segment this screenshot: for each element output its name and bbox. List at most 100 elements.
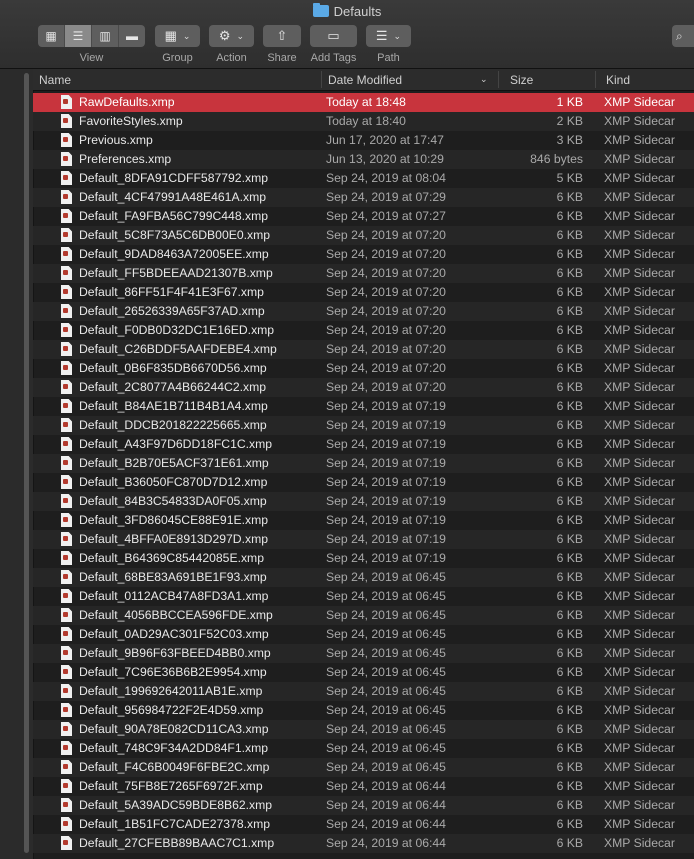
file-kind: XMP Sidecar: [604, 589, 675, 603]
file-row[interactable]: FavoriteStyles.xmp Today at 18:40 2 KB XMP …: [33, 112, 694, 131]
file-row[interactable]: Default_5C8F73A5C6DB00E0.xmp Sep 24, 2019…: [33, 226, 694, 245]
file-row[interactable]: Default_7C96E36B6B2E9954.xmp Sep 24, 2019…: [33, 663, 694, 682]
list-view-icon[interactable]: ☰: [65, 25, 92, 47]
file-name: Default_748C9F34A2DD84F1.xmp: [79, 741, 269, 755]
file-size: 6 KB: [556, 798, 583, 812]
xmp-file-icon: [61, 342, 72, 356]
file-row[interactable]: Default_3FD86045CE88E91E.xmp Sep 24, 2019…: [33, 511, 694, 530]
search-button[interactable]: ⌕: [672, 25, 694, 47]
file-row[interactable]: Default_5A39ADC59BDE8B62.xmp Sep 24, 2019…: [33, 796, 694, 815]
file-date: Sep 24, 2019 at 07:19: [326, 437, 446, 451]
path-button[interactable]: ☰ ⌄: [366, 25, 411, 47]
file-row[interactable]: Default_F0DB0D32DC1E16ED.xmp Sep 24, 2019…: [33, 321, 694, 340]
xmp-file-icon: [61, 380, 72, 394]
file-row[interactable]: Default_75FB8E7265F6972F.xmp Sep 24, 2019…: [33, 777, 694, 796]
file-date: Sep 24, 2019 at 06:45: [326, 722, 446, 736]
group-grid-icon: ▦: [164, 28, 177, 43]
share-button[interactable]: ⇧: [263, 25, 301, 47]
file-row[interactable]: Default_4BFFA0E8913D297D.xmp Sep 24, 2019…: [33, 530, 694, 549]
file-row[interactable]: RawDefaults.xmp Today at 18:48 1 KB XMP Sid…: [33, 93, 694, 112]
file-row[interactable]: Default_B84AE1B711B4B1A4.xmp Sep 24, 2019…: [33, 397, 694, 416]
file-size: 6 KB: [556, 304, 583, 318]
file-name: Default_68BE83A691BE1F93.xmp: [79, 570, 267, 584]
file-size: 6 KB: [556, 285, 583, 299]
file-row[interactable]: Previous.xmp Jun 17, 2020 at 17:47 3 KB XMP…: [33, 131, 694, 150]
file-row[interactable]: Default_68BE83A691BE1F93.xmp Sep 24, 2019…: [33, 568, 694, 587]
file-row[interactable]: Default_84B3C54833DA0F05.xmp Sep 24, 2019…: [33, 492, 694, 511]
folder-icon: [312, 3, 329, 17]
file-row[interactable]: Default_FA9FBA56C799C448.xmp Sep 24, 2019…: [33, 207, 694, 226]
column-divider[interactable]: [321, 71, 322, 88]
file-row[interactable]: Default_DDCB201822225665.xmp Sep 24, 2019…: [33, 416, 694, 435]
file-row[interactable]: Default_199692642011AB1E.xmp Sep 24, 2019…: [33, 682, 694, 701]
view-segmented-control[interactable]: ▦ ☰ ▥ ▬: [38, 25, 145, 47]
file-row[interactable]: Default_B64369C85442085E.xmp Sep 24, 2019…: [33, 549, 694, 568]
file-name: Default_9DAD8463A72005EE.xmp: [79, 247, 269, 261]
file-row[interactable]: Default_27CFEBB89BAAC7C1.xmp Sep 24, 2019…: [33, 834, 694, 853]
file-size: 6 KB: [556, 323, 583, 337]
xmp-file-icon: [61, 323, 72, 337]
add-tags-button[interactable]: ▭: [310, 25, 357, 47]
path-control: ☰ ⌄ Path: [366, 25, 411, 64]
file-size: 6 KB: [556, 380, 583, 394]
file-date: Sep 24, 2019 at 07:19: [326, 418, 446, 432]
file-size: 6 KB: [556, 418, 583, 432]
column-divider[interactable]: [595, 71, 596, 88]
group-button[interactable]: ▦ ⌄: [155, 25, 200, 47]
file-row[interactable]: Default_86FF51F4F41E3F67.xmp Sep 24, 2019…: [33, 283, 694, 302]
file-row[interactable]: Default_26526339A65F37AD.xmp Sep 24, 2019…: [33, 302, 694, 321]
file-size: 6 KB: [556, 570, 583, 584]
file-row[interactable]: Default_8DFA91CDFF587792.xmp Sep 24, 2019…: [33, 169, 694, 188]
file-row[interactable]: Default_0B6F835DB6670D56.xmp Sep 24, 2019…: [33, 359, 694, 378]
file-kind: XMP Sidecar: [604, 646, 675, 660]
file-row[interactable]: Default_0AD29AC301F52C03.xmp Sep 24, 2019…: [33, 625, 694, 644]
file-row[interactable]: Default_9DAD8463A72005EE.xmp Sep 24, 2019…: [33, 245, 694, 264]
file-size: 6 KB: [556, 266, 583, 280]
file-row[interactable]: Default_F4C6B0049F6FBE2C.xmp Sep 24, 2019…: [33, 758, 694, 777]
file-date: Sep 24, 2019 at 07:20: [326, 380, 446, 394]
file-date: Jun 17, 2020 at 17:47: [326, 133, 444, 147]
action-button[interactable]: ⚙ ⌄: [209, 25, 254, 47]
xmp-file-icon: [61, 266, 72, 280]
file-date: Sep 24, 2019 at 07:29: [326, 190, 446, 204]
file-name: Default_1B51FC7CADE27378.xmp: [79, 817, 271, 831]
file-kind: XMP Sidecar: [604, 361, 675, 375]
file-row[interactable]: Default_1B51FC7CADE27378.xmp Sep 24, 2019…: [33, 815, 694, 834]
gallery-view-icon[interactable]: ▬: [119, 25, 145, 47]
file-row[interactable]: Default_FF5BDEEAAD21307B.xmp Sep 24, 2019…: [33, 264, 694, 283]
file-row[interactable]: Default_4CF47991A48E461A.xmp Sep 24, 2019…: [33, 188, 694, 207]
file-size: 6 KB: [556, 627, 583, 641]
file-row[interactable]: Default_748C9F34A2DD84F1.xmp Sep 24, 2019…: [33, 739, 694, 758]
xmp-file-icon: [61, 456, 72, 470]
column-name-header[interactable]: Name: [39, 73, 71, 87]
file-row[interactable]: Default_9B96F63FBEED4BB0.xmp Sep 24, 2019…: [33, 644, 694, 663]
file-row[interactable]: Default_0112ACB47A8FD3A1.xmp Sep 24, 2019…: [33, 587, 694, 606]
file-row[interactable]: Default_2C8077A4B66244C2.xmp Sep 24, 2019…: [33, 378, 694, 397]
file-size: 6 KB: [556, 684, 583, 698]
file-name: Default_F0DB0D32DC1E16ED.xmp: [79, 323, 275, 337]
column-view-icon[interactable]: ▥: [92, 25, 119, 47]
file-size: 1 KB: [556, 95, 583, 109]
file-row[interactable]: Default_4056BBCCEA596FDE.xmp Sep 24, 2019…: [33, 606, 694, 625]
file-row[interactable]: Default_B36050FC870D7D12.xmp Sep 24, 2019…: [33, 473, 694, 492]
icon-view-icon[interactable]: ▦: [38, 25, 65, 47]
file-row[interactable]: Default_C26BDDF5AAFDEBE4.xmp Sep 24, 2019…: [33, 340, 694, 359]
group-control: ▦ ⌄ Group: [155, 25, 200, 64]
column-date-header[interactable]: Date Modified: [328, 73, 402, 87]
file-kind: XMP Sidecar: [604, 209, 675, 223]
file-size: 6 KB: [556, 209, 583, 223]
file-kind: XMP Sidecar: [604, 247, 675, 261]
xmp-file-icon: [61, 361, 72, 375]
file-row[interactable]: Default_A43F97D6DD18FC1C.xmp Sep 24, 2019…: [33, 435, 694, 454]
column-divider[interactable]: [498, 71, 499, 88]
column-size-header[interactable]: Size: [510, 73, 533, 87]
xmp-file-icon: [61, 722, 72, 736]
file-row[interactable]: Default_956984722F2E4D59.xmp Sep 24, 2019…: [33, 701, 694, 720]
file-row[interactable]: Default_90A78E082CD11CA3.xmp Sep 24, 2019…: [33, 720, 694, 739]
file-row[interactable]: Default_B2B70E5ACF371E61.xmp Sep 24, 2019…: [33, 454, 694, 473]
file-date: Sep 24, 2019 at 07:19: [326, 551, 446, 565]
column-kind-header[interactable]: Kind: [606, 73, 630, 87]
file-row[interactable]: Preferences.xmp Jun 13, 2020 at 10:29 846 …: [33, 150, 694, 169]
share-control: ⇧ Share: [263, 25, 301, 64]
sidebar-scrollbar[interactable]: [24, 73, 29, 853]
